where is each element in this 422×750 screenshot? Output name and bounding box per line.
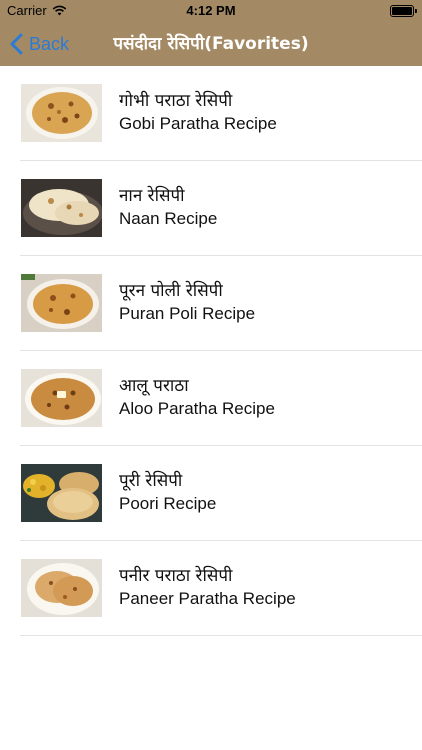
clock: 4:12 PM	[186, 3, 236, 18]
recipe-title-english: Paneer Paratha Recipe	[119, 589, 296, 608]
recipe-title-hindi: आलू पराठा	[119, 376, 189, 396]
battery-icon	[390, 5, 417, 17]
recipe-title-hindi: पनीर पराठा रेसिपी	[119, 566, 233, 586]
recipe-title-hindi: पूरन पोली रेसिपी	[119, 281, 223, 301]
recipe-title-english: Puran Poli Recipe	[119, 304, 256, 323]
status-bar: Carrier 4:12 PM	[0, 0, 422, 22]
recipe-row-poori[interactable]: पूरी रेसिपी Poori Recipe	[0, 446, 422, 541]
recipe-title-hindi: नान रेसिपी	[119, 186, 185, 206]
recipe-list: गोभी पराठा रेसिपी Gobi Paratha Recipe ना…	[0, 66, 422, 636]
puran-poli-image	[21, 274, 102, 332]
page-title: पसंदीदा रेसिपी(Favorites)	[113, 34, 309, 54]
paneer-paratha-image	[21, 559, 102, 617]
recipe-title-hindi: गोभी पराठा रेसिपी	[119, 91, 233, 111]
recipe-row-gobi-paratha[interactable]: गोभी पराठा रेसिपी Gobi Paratha Recipe	[0, 66, 422, 161]
recipe-title-english: Gobi Paratha Recipe	[119, 114, 277, 133]
poori-image	[21, 464, 102, 522]
recipe-row-paneer-paratha[interactable]: पनीर पराठा रेसिपी Paneer Paratha Recipe	[0, 541, 422, 636]
recipe-row-naan[interactable]: नान रेसिपी Naan Recipe	[0, 161, 422, 256]
recipe-title-hindi: पूरी रेसिपी	[119, 471, 183, 491]
aloo-paratha-image	[21, 369, 102, 427]
gobi-paratha-image	[21, 84, 102, 142]
recipe-title-english: Poori Recipe	[119, 494, 217, 513]
recipe-row-aloo-paratha[interactable]: आलू पराठा Aloo Paratha Recipe	[0, 351, 422, 446]
naan-image	[21, 179, 102, 237]
navigation-bar: Back पसंदीदा रेसिपी(Favorites)	[0, 22, 422, 66]
recipe-title-english: Aloo Paratha Recipe	[119, 399, 275, 418]
recipe-title-english: Naan Recipe	[119, 209, 218, 228]
recipe-row-puran-poli[interactable]: पूरन पोली रेसिपी Puran Poli Recipe	[0, 256, 422, 351]
